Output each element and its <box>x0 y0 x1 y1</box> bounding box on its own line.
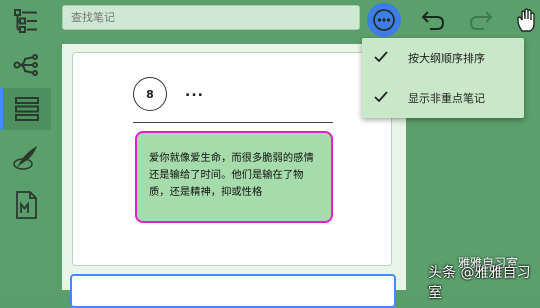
hand-icon <box>517 8 535 32</box>
options-dropdown-menu: 按大纲顺序排序 显示非重点笔记 <box>362 38 524 118</box>
next-note-card[interactable] <box>70 274 396 308</box>
search-input[interactable] <box>62 5 360 30</box>
hand-tool-button[interactable] <box>512 5 540 35</box>
note-card[interactable]: 8 ... 爱你就像爱生命，而很多脆弱的感情还是输给了时间。他们是输在了物质，还… <box>72 52 392 266</box>
undo-button[interactable] <box>418 5 448 35</box>
watermark: 头条 @雅雅自习室 <box>428 265 531 301</box>
sidebar-item-markdown[interactable] <box>4 184 48 226</box>
menu-item-sort-by-outline[interactable]: 按大纲顺序排序 <box>362 38 524 78</box>
note-number-badge: 8 <box>133 77 167 111</box>
more-dots-icon <box>373 9 395 31</box>
sidebar-item-mindmap[interactable] <box>4 44 48 86</box>
feather-icon <box>13 146 37 170</box>
redo-icon <box>469 11 493 30</box>
markdown-file-icon <box>16 191 37 219</box>
check-icon <box>374 51 388 63</box>
outline-tree-icon <box>14 9 37 33</box>
undo-icon <box>421 11 445 30</box>
mindmap-icon <box>13 54 38 76</box>
highlighted-note-text[interactable]: 爱你就像爱生命，而很多脆弱的感情还是输给了时间。他们是输在了物质，还是精神，抑或… <box>135 131 333 223</box>
left-sidebar <box>0 0 52 290</box>
sidebar-item-outline[interactable] <box>4 0 48 42</box>
list-view-icon <box>15 97 39 121</box>
check-icon <box>374 91 388 103</box>
divider <box>133 122 333 123</box>
menu-item-label: 显示非重点笔记 <box>408 92 485 105</box>
menu-item-show-minor-notes[interactable]: 显示非重点笔记 <box>362 78 524 118</box>
sidebar-item-feather[interactable] <box>4 136 48 178</box>
note-list-panel: 8 ... 爱你就像爱生命，而很多脆弱的感情还是输给了时间。他们是输在了物质，还… <box>62 44 406 308</box>
more-options-button[interactable] <box>367 3 401 37</box>
sidebar-item-list[interactable] <box>0 88 51 130</box>
redo-button[interactable] <box>466 5 496 35</box>
menu-item-label: 按大纲顺序排序 <box>408 52 485 65</box>
note-title-ellipsis: ... <box>185 84 204 100</box>
